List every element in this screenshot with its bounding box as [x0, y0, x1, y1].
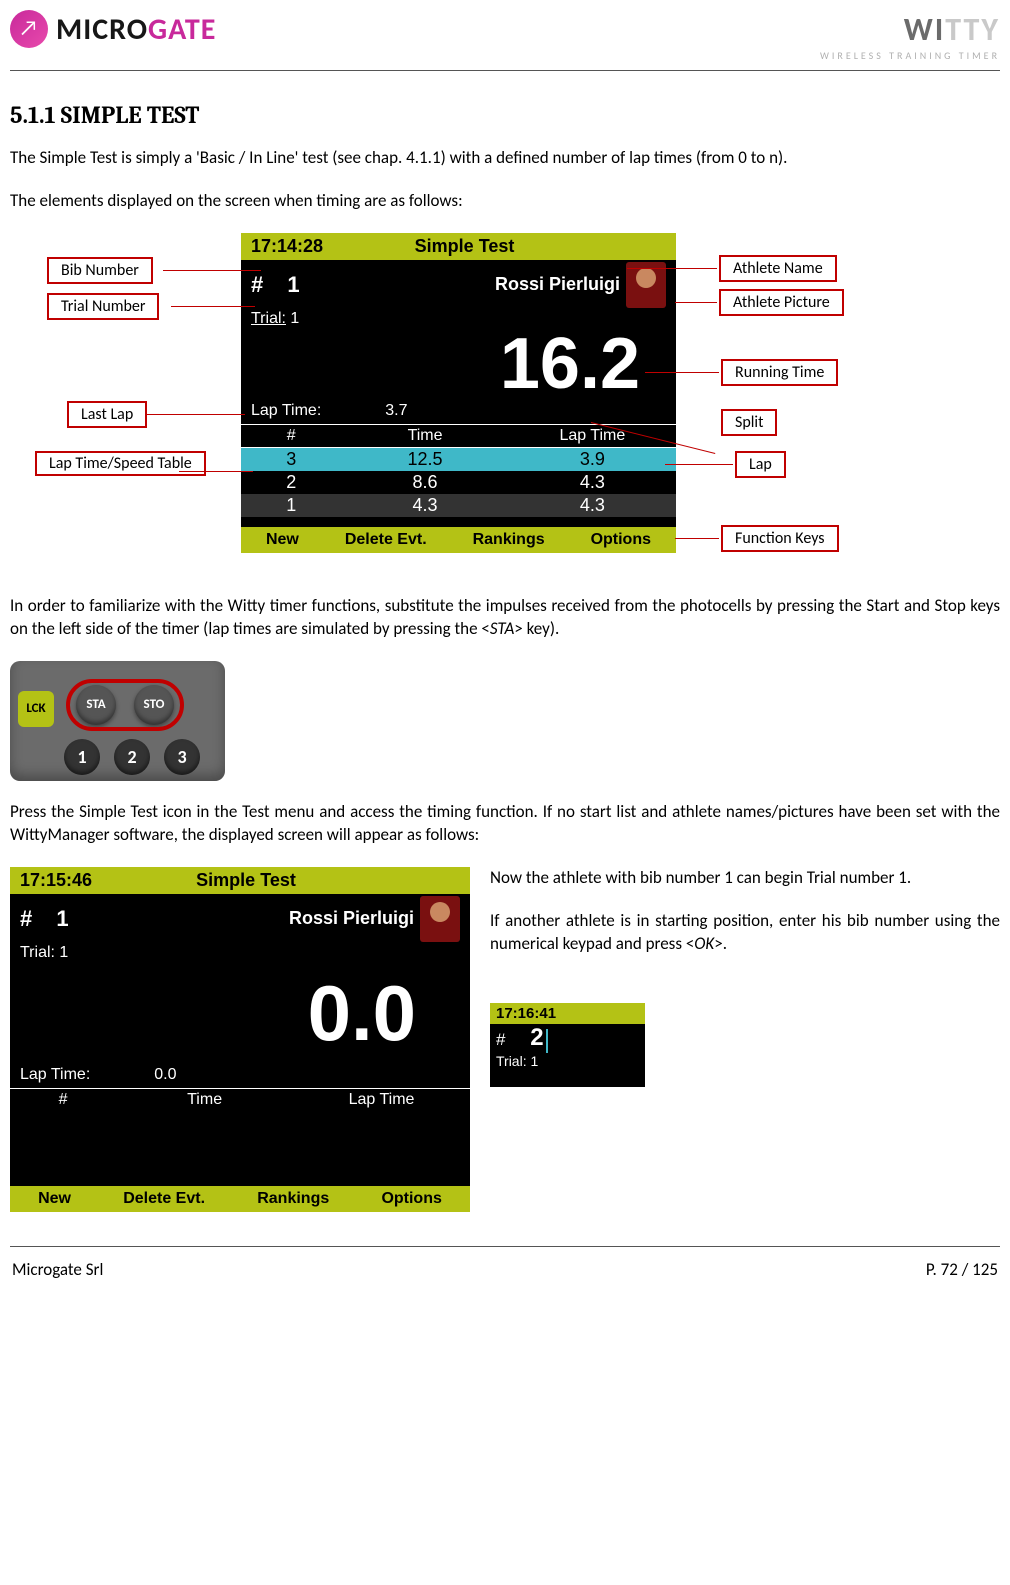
trial-number: 1 [290, 310, 299, 327]
key-1: 1 [64, 739, 100, 775]
callout-bib: Bib Number [47, 257, 153, 284]
section-heading: 5.1.1 SIMPLE TEST [10, 101, 1000, 129]
fn-options: Options [591, 531, 651, 549]
key-3: 3 [164, 739, 200, 775]
footer-left: Microgate Srl [12, 1259, 103, 1280]
footer-right: P. 72 / 125 [926, 1259, 998, 1280]
athlete-name: Rossi Pierluigi [495, 274, 620, 295]
table-header: # Time Lap Time [10, 1088, 470, 1111]
mini-bib: 2 [530, 1024, 543, 1052]
callout-athpic: Athlete Picture [719, 289, 844, 316]
function-keys-bar: New Delete Evt. Rankings Options [241, 527, 676, 553]
laptime-label: Lap Time: [20, 1066, 90, 1084]
callout-lap: Lap [735, 451, 786, 478]
page-footer: Microgate Srl P. 72 / 125 [10, 1246, 1000, 1292]
callout-table: Lap Time/Speed Table [35, 451, 206, 477]
fn-delete: Delete Evt. [345, 531, 427, 549]
witty-text-1: WI [904, 10, 946, 49]
device-title: Simple Test [415, 236, 515, 257]
device-clock: 17:15:46 [20, 870, 92, 891]
logo-text-2: GATE [148, 11, 216, 48]
annotated-figure: 17:14:28 Simple Test # 1 Rossi Pierluigi… [15, 233, 995, 573]
callout-lastlap: Last Lap [67, 401, 147, 428]
running-time: 16.2 [241, 328, 676, 402]
cursor-icon [546, 1029, 548, 1053]
callout-trial: Trial Number [47, 293, 159, 320]
function-keys-bar: New Delete Evt. Rankings Options [10, 1186, 470, 1212]
table-row: 2 8.6 4.3 [241, 471, 676, 494]
device-clock: 17:14:28 [251, 236, 323, 257]
laptime-label: Lap Time: [251, 402, 321, 420]
callout-running: Running Time [721, 359, 838, 386]
running-time: 0.0 [10, 962, 470, 1066]
hash-icon: # [20, 906, 32, 931]
laptime-value: 3.7 [385, 402, 407, 420]
mini-clock: 17:16:41 [490, 1003, 645, 1024]
mini-trial-label: Trial: [496, 1053, 527, 1069]
logo-text-1: MICRO [56, 11, 148, 48]
hash-icon: # [251, 272, 263, 297]
paragraph-4: Press the Simple Test icon in the Test m… [10, 801, 1000, 847]
trial-label: Trial: [251, 310, 286, 327]
bib-number: 1 [56, 906, 106, 932]
intro-paragraph-1: The Simple Test is simply a 'Basic / In … [10, 147, 1000, 170]
key-2: 2 [114, 739, 150, 775]
paragraph-3: In order to familiarize with the Witty t… [10, 595, 1000, 641]
intro-paragraph-2: The elements displayed on the screen whe… [10, 190, 1000, 213]
fn-options: Options [381, 1190, 441, 1208]
athlete-name: Rossi Pierluigi [289, 908, 414, 929]
mini-screenshot: 17:16:41 # 2 Trial: 1 [490, 1003, 645, 1087]
laptime-value: 0.0 [154, 1066, 176, 1084]
witty-text-2: TTY [945, 10, 1000, 49]
witty-subtitle: WIRELESS TRAINING TIMER [820, 49, 1000, 62]
page-header: MICROGATE WITTY WIRELESS TRAINING TIMER [10, 0, 1000, 71]
right-para-2: If another athlete is in starting positi… [490, 910, 1000, 956]
right-para-1: Now the athlete with bib number 1 can be… [490, 867, 1000, 890]
hash-icon: # [496, 1030, 505, 1049]
callout-split: Split [721, 409, 777, 436]
device-screenshot-2: 17:15:46 Simple Test # 1 Rossi Pierluigi… [10, 867, 470, 1212]
fn-rankings: Rankings [257, 1190, 329, 1208]
fn-rankings: Rankings [473, 531, 545, 549]
athlete-picture [420, 896, 460, 942]
device-title: Simple Test [196, 870, 296, 891]
callout-athname: Athlete Name [719, 255, 837, 282]
trial-number: 1 [59, 944, 68, 961]
table-row: 1 4.3 4.3 [241, 494, 676, 517]
lck-key: LCK [18, 691, 54, 727]
highlight-oval [66, 679, 184, 731]
fn-new: New [38, 1190, 71, 1208]
witty-logo: WITTY WIRELESS TRAINING TIMER [820, 10, 1000, 62]
device-screenshot-1: 17:14:28 Simple Test # 1 Rossi Pierluigi… [241, 233, 676, 553]
microgate-icon [10, 10, 48, 48]
callout-fkeys: Function Keys [721, 525, 839, 552]
mini-trial-val: 1 [530, 1053, 538, 1069]
trial-label: Trial: [20, 944, 55, 961]
fn-delete: Delete Evt. [123, 1190, 205, 1208]
bib-number: 1 [287, 272, 337, 298]
keys-figure: LCK STA STO 1 2 3 [10, 661, 225, 781]
fn-new: New [266, 531, 299, 549]
table-row: 3 12.5 3.9 [241, 448, 676, 471]
microgate-logo: MICROGATE [10, 10, 216, 48]
